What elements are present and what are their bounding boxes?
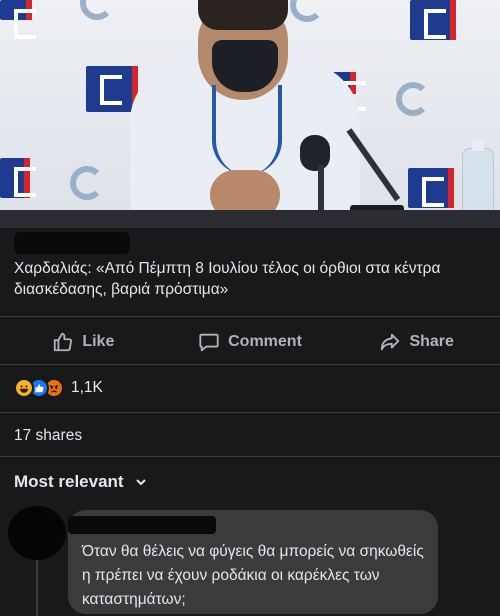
comment-sort-dropdown[interactable]: Most relevant <box>14 472 148 492</box>
comment-label: Comment <box>228 333 302 350</box>
sort-label: Most relevant <box>14 472 124 491</box>
redacted-commenter-name <box>68 516 216 534</box>
ring-logo <box>396 82 430 116</box>
comment-text: Όταν θα θέλεις να φύγεις θα μπορείς να σ… <box>82 543 424 608</box>
divider <box>0 412 500 413</box>
share-label: Share <box>409 333 454 350</box>
divider <box>0 316 500 317</box>
logo-tile <box>0 0 36 39</box>
post-caption[interactable]: Χαρδαλιάς: «Από Πέμπτη 8 Ιουλίου τέλος ο… <box>14 258 490 300</box>
thumbs-up-icon <box>54 332 73 352</box>
logo-tile <box>86 66 138 112</box>
like-button[interactable]: Like <box>0 322 167 362</box>
chevron-down-icon <box>135 479 146 486</box>
logo-tile <box>0 158 36 198</box>
post-actions: Like Comment Share <box>0 322 500 362</box>
person-hair <box>198 0 288 30</box>
reactions-summary[interactable]: 1,1K <box>14 376 103 400</box>
post-photo[interactable] <box>0 0 500 228</box>
share-arrow-icon <box>381 333 400 351</box>
reaction-count: 1,1K <box>71 379 103 396</box>
divider <box>0 456 500 457</box>
shares-count[interactable]: 17 shares <box>14 427 82 445</box>
share-button[interactable]: Share <box>333 322 500 362</box>
comment-bubble[interactable]: Όταν θα θέλεις να φύγεις θα μπορείς να σ… <box>68 510 438 614</box>
table-edge <box>0 210 500 228</box>
like-label: Like <box>82 333 115 350</box>
thread-line <box>36 560 38 616</box>
logo-tile <box>408 168 454 208</box>
divider <box>0 364 500 365</box>
comment-button[interactable]: Comment <box>167 322 334 362</box>
redacted-source <box>14 232 130 254</box>
haha-icon <box>14 378 34 398</box>
avatar[interactable] <box>8 506 66 560</box>
comment-icon <box>199 333 219 352</box>
ring-logo <box>70 166 104 200</box>
lanyard <box>212 85 282 175</box>
microphone <box>300 135 330 171</box>
logo-tile <box>410 0 456 40</box>
